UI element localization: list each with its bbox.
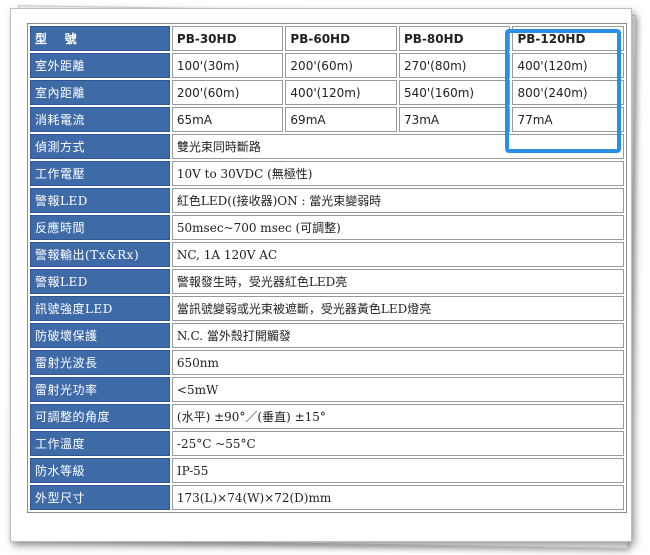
- row-label: 警報輸出(Tx&Rx): [30, 242, 170, 267]
- value-cell: 200'(60m): [285, 53, 397, 78]
- spec-value: IP-55: [171, 458, 624, 483]
- spec-row: 反應時間 50msec~700 msec (可調整): [30, 215, 624, 240]
- spec-row: 外型尺寸 173(L)×74(W)×72(D)mm: [30, 485, 624, 510]
- row-label: 外型尺寸: [30, 485, 170, 510]
- spec-row: 訊號強度LED 當訊號變弱或光束被遮斷，受光器黃色LED燈亮: [30, 296, 624, 321]
- row-label: 室內距離: [30, 80, 170, 105]
- row-label: 防破壞保護: [30, 323, 170, 348]
- row-label: 工作電壓: [30, 161, 170, 186]
- spec-value: 173(L)×74(W)×72(D)mm: [171, 485, 624, 510]
- spec-value: 雙光束同時斷路: [171, 134, 624, 159]
- value-cell: 270'(80m): [398, 53, 511, 78]
- row-label: 防水等級: [30, 458, 170, 483]
- row-label: 雷射光功率: [30, 377, 170, 402]
- value-cell: 200'(60m): [171, 80, 284, 105]
- value-cell: 400'(120m): [512, 53, 624, 78]
- spec-table: 型 號 PB-30HD PB-60HD PB-80HD PB-120HD 室外距…: [27, 23, 627, 513]
- row-label: 警報LED: [30, 269, 170, 294]
- spec-value: 50msec~700 msec (可調整): [171, 215, 624, 240]
- value-cell: 65mA: [171, 107, 284, 132]
- spec-row: 雷射光波長 650nm: [30, 350, 624, 375]
- spec-value: 650nm: [171, 350, 624, 375]
- row-label: 偵測方式: [30, 134, 170, 159]
- comparison-row: 消耗電流 65mA 69mA 73mA 77mA: [30, 107, 624, 132]
- model-header-label: 型 號: [30, 26, 170, 51]
- spec-row: 防破壞保護 N.C. 當外殼打開觸發: [30, 323, 624, 348]
- value-cell: 800'(240m): [512, 80, 624, 105]
- model-name-cell: PB-120HD: [512, 26, 624, 51]
- model-name-cell: PB-60HD: [285, 26, 397, 51]
- spec-row: 工作電壓 10V to 30VDC (無極性): [30, 161, 624, 186]
- value-cell: 100'(30m): [171, 53, 284, 78]
- spec-row: 警報LED 紅色LED((接收器)ON : 當光束變弱時: [30, 188, 624, 213]
- comparison-row: 室內距離 200'(60m) 400'(120m) 540'(160m) 800…: [30, 80, 624, 105]
- spec-value: 紅色LED((接收器)ON : 當光束變弱時: [171, 188, 624, 213]
- value-cell: 77mA: [512, 107, 624, 132]
- spec-value: -25°C ~55°C: [171, 431, 624, 456]
- row-label: 工作溫度: [30, 431, 170, 456]
- spec-value: (水平) ±90°／(垂直) ±15°: [171, 404, 624, 429]
- row-label: 訊號強度LED: [30, 296, 170, 321]
- spec-row: 警報輸出(Tx&Rx) NC, 1A 120V AC: [30, 242, 624, 267]
- row-label: 消耗電流: [30, 107, 170, 132]
- spec-value: N.C. 當外殼打開觸發: [171, 323, 624, 348]
- spec-value: 警報發生時，受光器紅色LED亮: [171, 269, 624, 294]
- model-name-cell: PB-80HD: [398, 26, 511, 51]
- row-label: 雷射光波長: [30, 350, 170, 375]
- spec-row: 工作溫度 -25°C ~55°C: [30, 431, 624, 456]
- spec-value: NC, 1A 120V AC: [171, 242, 624, 267]
- spec-row: 防水等級 IP-55: [30, 458, 624, 483]
- row-label: 室外距離: [30, 53, 170, 78]
- comparison-row: 室外距離 100'(30m) 200'(60m) 270'(80m) 400'(…: [30, 53, 624, 78]
- row-label: 反應時間: [30, 215, 170, 240]
- value-cell: 540'(160m): [398, 80, 511, 105]
- row-label: 可調整的角度: [30, 404, 170, 429]
- spec-value: 當訊號變弱或光束被遮斷，受光器黃色LED燈亮: [171, 296, 624, 321]
- spec-row: 可調整的角度 (水平) ±90°／(垂直) ±15°: [30, 404, 624, 429]
- value-cell: 69mA: [285, 107, 397, 132]
- model-name-cell: PB-30HD: [171, 26, 284, 51]
- value-cell: 400'(120m): [285, 80, 397, 105]
- spec-row: 偵測方式 雙光束同時斷路: [30, 134, 624, 159]
- paper-sheet: 型 號 PB-30HD PB-60HD PB-80HD PB-120HD 室外距…: [10, 8, 632, 542]
- row-label: 警報LED: [30, 188, 170, 213]
- table-header-row: 型 號 PB-30HD PB-60HD PB-80HD PB-120HD: [30, 26, 624, 51]
- spec-value: <5mW: [171, 377, 624, 402]
- value-cell: 73mA: [398, 107, 511, 132]
- spec-value: 10V to 30VDC (無極性): [171, 161, 624, 186]
- spec-row: 警報LED 警報發生時，受光器紅色LED亮: [30, 269, 624, 294]
- spec-row: 雷射光功率 <5mW: [30, 377, 624, 402]
